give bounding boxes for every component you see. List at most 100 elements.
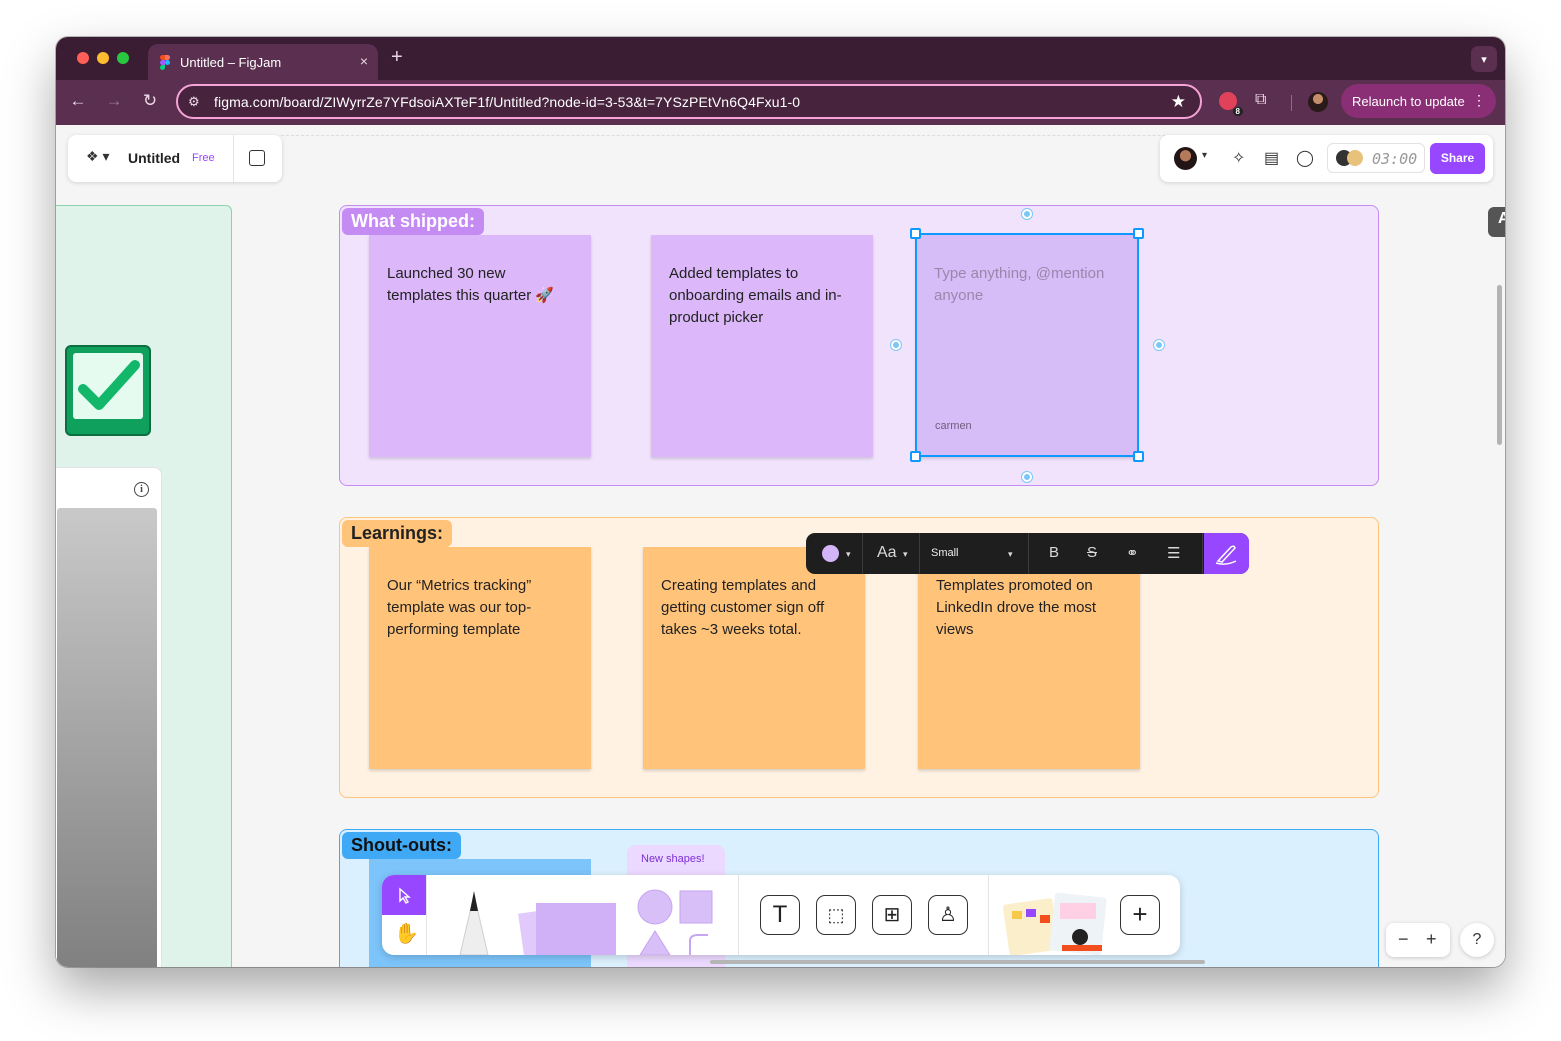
strikethrough-icon[interactable]: S	[1087, 544, 1097, 561]
vertical-scrollbar[interactable]	[1497, 285, 1502, 445]
bookmark-star-icon[interactable]: ★	[1171, 92, 1186, 112]
timer-value: 03:00	[1372, 150, 1418, 168]
resize-handle[interactable]	[1133, 451, 1144, 462]
sticky-note[interactable]: Launched 30 new templates this quarter 🚀	[369, 235, 591, 457]
address-bar[interactable]: ⚙ figma.com/board/ZIWyrrZe7YFdsoiAXTeF1f…	[176, 84, 1202, 119]
section-what-shipped[interactable]: What shipped: Launched 30 new templates …	[339, 205, 1379, 486]
checkmark-icon	[78, 360, 140, 410]
connector-handle[interactable]	[891, 340, 901, 350]
divider	[862, 533, 863, 574]
chevron-down-icon[interactable]: ▾	[846, 549, 851, 560]
chevron-down-icon[interactable]: ▾	[903, 549, 908, 560]
figma-icon	[160, 54, 170, 70]
chevron-down-icon[interactable]: ▾	[1008, 549, 1013, 560]
comment-icon[interactable]: ◯	[1296, 148, 1314, 168]
help-button[interactable]: ?	[1460, 923, 1494, 957]
horizontal-scrollbar[interactable]	[710, 960, 1205, 964]
sticky-note[interactable]: Added templates to onboarding emails and…	[651, 235, 873, 457]
relaunch-label: Relaunch to update	[1352, 93, 1465, 109]
reload-button[interactable]: ↻	[139, 91, 161, 111]
timer[interactable]: 03:00	[1327, 143, 1425, 173]
sticky-note[interactable]: Creating templates and getting customer …	[643, 547, 865, 769]
font-icon[interactable]: Aa	[877, 544, 897, 562]
file-menu-panel: ❖ ▾ Untitled Free	[68, 135, 282, 182]
tab-search-button[interactable]: ▾	[1471, 46, 1497, 72]
toolbar-divider	[1291, 95, 1292, 111]
sticky-note[interactable]: Templates promoted on LinkedIn drove the…	[918, 547, 1140, 769]
avatar[interactable]	[1174, 147, 1197, 170]
zoom-out-button[interactable]: −	[1398, 929, 1409, 950]
bold-button[interactable]: B	[1049, 544, 1059, 561]
section-tool-icon[interactable]: ⬚	[816, 895, 856, 935]
arrow-left-icon: ←	[69, 91, 87, 110]
right-section-edge[interactable]: A	[1488, 207, 1505, 237]
section-label[interactable]: Learnings:	[342, 520, 453, 547]
text-tool[interactable]: T	[760, 895, 800, 935]
select-tool[interactable]	[382, 875, 426, 915]
connector-handle[interactable]	[1154, 340, 1164, 350]
stamp-tool-icon[interactable]: ♙	[928, 895, 968, 935]
close-window-button[interactable]	[77, 52, 89, 64]
extension-badge: 8	[1232, 107, 1243, 116]
resize-handle[interactable]	[910, 451, 921, 462]
text-size-select[interactable]: Small	[931, 547, 959, 559]
connector-handle[interactable]	[1022, 472, 1032, 482]
figma-menu-icon[interactable]: ❖ ▾	[86, 148, 109, 165]
divider	[1028, 533, 1029, 574]
link-icon[interactable]: ⚭	[1126, 544, 1139, 562]
table-tool-icon[interactable]: ⊞	[872, 895, 912, 935]
divider	[988, 875, 989, 955]
section-label[interactable]: Shout-outs:	[342, 832, 461, 859]
new-shapes-label: New shapes!	[641, 853, 705, 865]
selection-box	[915, 233, 1139, 457]
bulleted-list-icon[interactable]: ☰	[1167, 544, 1180, 562]
chevron-down-icon[interactable]: ▾	[1202, 150, 1207, 161]
resize-handle[interactable]	[910, 228, 921, 239]
template-layout-icon[interactable]: ▤	[1264, 148, 1279, 168]
pen-tool-icon[interactable]	[452, 889, 496, 955]
extensions-puzzle-icon[interactable]: ⧉	[1255, 91, 1266, 109]
embed-widget[interactable]: i	[56, 467, 162, 967]
zoom-controls: − +	[1386, 923, 1450, 957]
new-tab-button[interactable]: +	[391, 46, 403, 69]
site-settings-icon[interactable]: ⚙	[188, 94, 200, 110]
minimize-window-button[interactable]	[97, 52, 109, 64]
maximize-window-button[interactable]	[117, 52, 129, 64]
resize-handle[interactable]	[1133, 228, 1144, 239]
url-text[interactable]: figma.com/board/ZIWyrrZe7YFdsoiAXTeF1f/U…	[214, 94, 800, 110]
cursor-icon	[399, 887, 411, 904]
relaunch-button[interactable]: Relaunch to update ⋮	[1341, 84, 1496, 118]
browser-tab[interactable]: Untitled – FigJam ×	[148, 44, 378, 80]
figjam-canvas[interactable]: i A What shipped: Launched 30 new templa…	[56, 125, 1505, 967]
pen-icon[interactable]	[1204, 533, 1249, 574]
back-button[interactable]: ←	[67, 91, 89, 111]
info-icon[interactable]: i	[134, 482, 149, 497]
share-button[interactable]: Share	[1430, 143, 1485, 174]
forward-button[interactable]: →	[103, 91, 125, 111]
hand-tool[interactable]: ✋	[394, 921, 419, 946]
divider	[233, 135, 234, 182]
checkmark-sticker[interactable]	[65, 345, 151, 436]
pages-icon[interactable]	[249, 150, 265, 166]
more-vert-icon[interactable]: ⋮	[1472, 92, 1486, 109]
connector-handle[interactable]	[1022, 209, 1032, 219]
divider	[738, 875, 739, 955]
sticky-note-tool-icon[interactable]	[514, 889, 624, 955]
divider	[1202, 533, 1203, 574]
color-swatch[interactable]	[822, 545, 839, 562]
divider	[426, 875, 427, 955]
shapes-tool-icon[interactable]	[628, 885, 718, 955]
sticky-note[interactable]: Our “Metrics tracking” template was our …	[369, 547, 591, 769]
file-name[interactable]: Untitled	[128, 150, 180, 166]
context-toolbar: ▾ Aa ▾ Small ▾ B S ⚭ ☰	[806, 533, 1249, 574]
section-label[interactable]: What shipped:	[342, 208, 484, 235]
close-tab-icon[interactable]: ×	[360, 53, 368, 69]
more-tools-button[interactable]: +	[1120, 895, 1160, 935]
templates-thumbnail-icon[interactable]	[1002, 889, 1112, 955]
profile-avatar[interactable]	[1308, 92, 1328, 112]
plan-badge[interactable]: Free	[192, 152, 215, 164]
zoom-in-button[interactable]: +	[1426, 929, 1437, 950]
divider	[919, 533, 920, 574]
ai-sparkle-icon[interactable]: ✧	[1232, 148, 1245, 168]
extension-icon[interactable]: 8	[1219, 92, 1243, 116]
